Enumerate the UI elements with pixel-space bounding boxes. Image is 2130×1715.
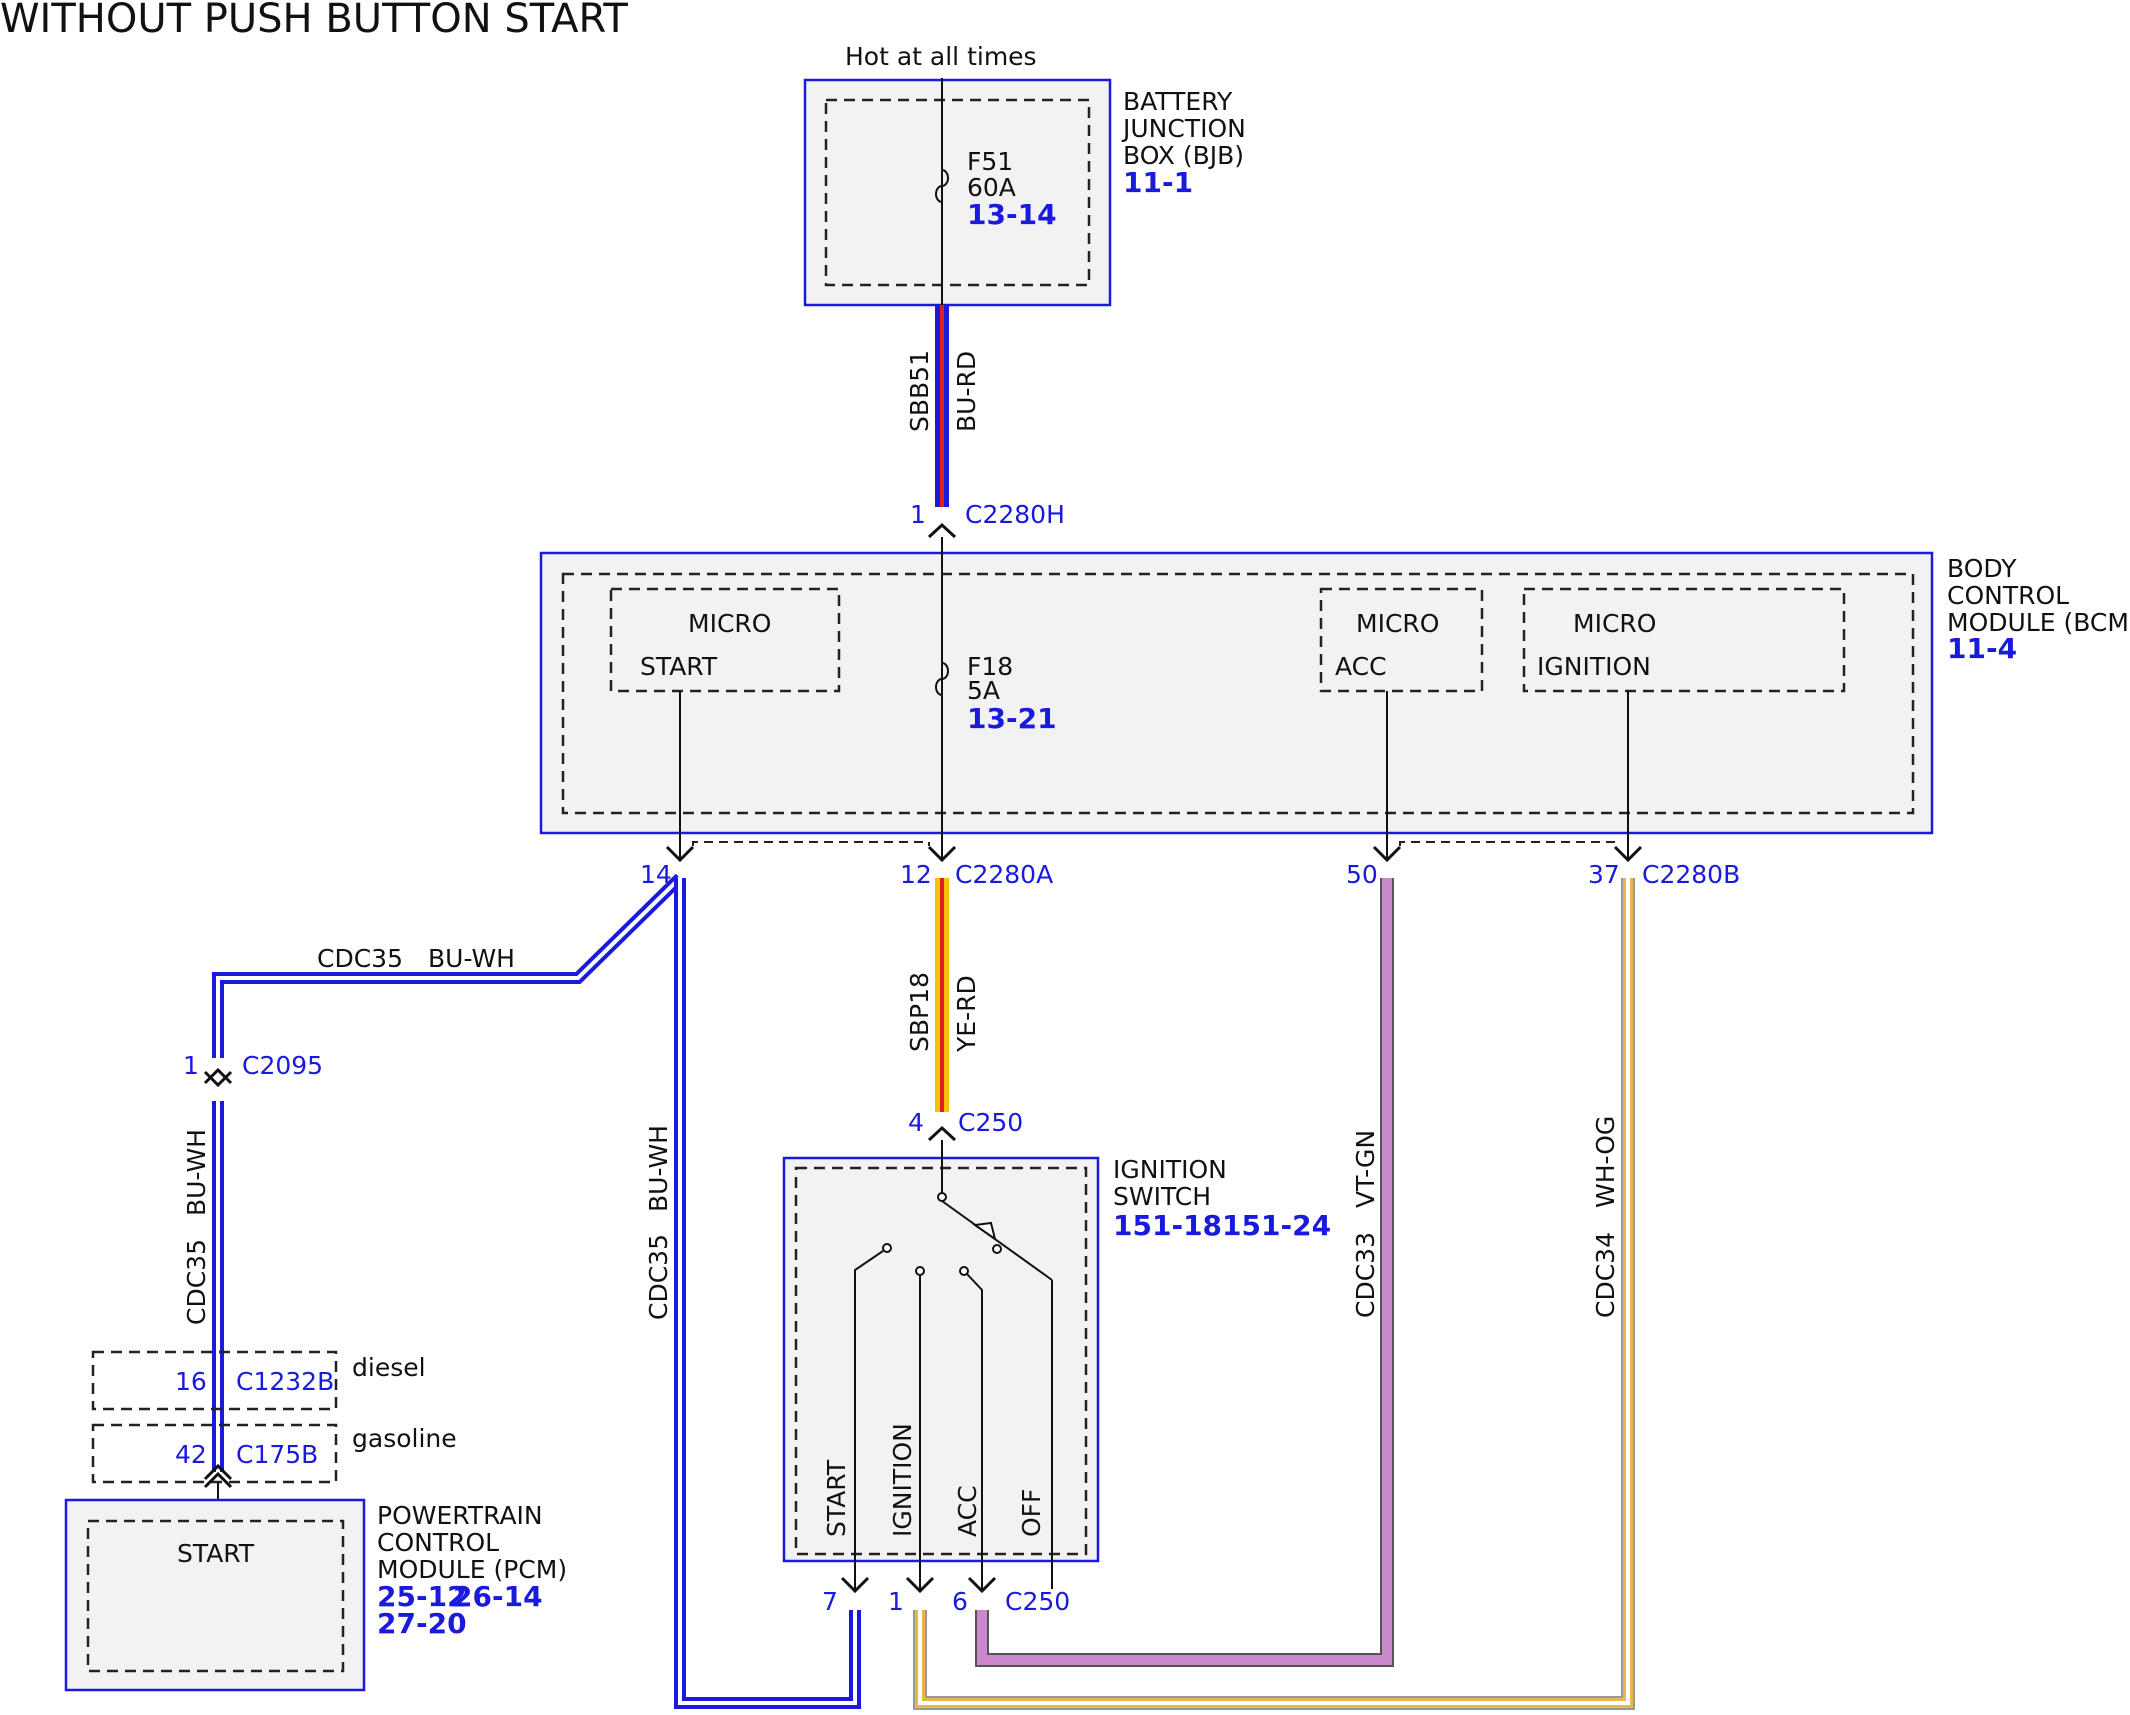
body-control-module xyxy=(539,551,1934,835)
switch-contact-acc xyxy=(959,1266,969,1276)
wire-sbp18-color: YE-RD xyxy=(952,975,981,1053)
battery-junction-box xyxy=(803,78,1112,307)
c2095-connector[interactable]: C2095 xyxy=(242,1051,323,1080)
c250-out-connector[interactable]: C250 xyxy=(1005,1587,1070,1616)
pcm-name-line-1: POWERTRAIN xyxy=(377,1501,543,1530)
c250-in-pin: 4 xyxy=(908,1108,924,1137)
c175b-connector[interactable]: C175B xyxy=(236,1440,318,1469)
bcm-ref[interactable]: 11-4 xyxy=(1947,632,2017,665)
bcm-name-line-1: BODY xyxy=(1947,554,2017,583)
c2280h-pin: 1 xyxy=(910,500,926,529)
bcm-pin-acc: 50 xyxy=(1346,860,1378,889)
c250-out-pin-start: 7 xyxy=(822,1587,838,1616)
c175b-pin: 42 xyxy=(175,1440,207,1469)
switch-contact-start xyxy=(882,1243,892,1253)
wire-cdc35-color-mid: BU-WH xyxy=(644,1125,673,1212)
switch-contact-ignition xyxy=(915,1266,925,1276)
micro-start-title: MICRO xyxy=(688,609,771,638)
micro-start-label: START xyxy=(640,652,718,681)
fuse-f18-rating: 5A xyxy=(967,676,1000,705)
c175b-variant: gasoline xyxy=(352,1424,457,1453)
wire-cdc33-circuit: CDC33 xyxy=(1351,1232,1380,1318)
hot-at-all-times-label: Hot at all times xyxy=(845,42,1037,71)
pcm-ref-3[interactable]: 27-20 xyxy=(377,1607,467,1640)
c2095-pin: 1 xyxy=(183,1051,199,1080)
bjb-name-line-1: BATTERY xyxy=(1123,87,1233,116)
c250-out-pin-ignition: 1 xyxy=(888,1587,904,1616)
micro-acc-label: ACC xyxy=(1335,652,1387,681)
micro-ignition-title: MICRO xyxy=(1573,609,1656,638)
bcm-name-line-2: CONTROL xyxy=(1947,581,2069,610)
micro-acc-title: MICRO xyxy=(1356,609,1439,638)
connector-c2280h-symbol xyxy=(927,522,957,539)
c1232b-connector[interactable]: C1232B xyxy=(236,1367,334,1396)
ignition-switch-name-line-1: IGNITION xyxy=(1113,1155,1227,1184)
bcm-pin-fuse: 12 xyxy=(900,860,932,889)
wire-cdc34-circuit: CDC34 xyxy=(1591,1232,1620,1318)
c2280a-connector[interactable]: C2280A xyxy=(955,860,1053,889)
ignition-switch-ref[interactable]: 151-18151-24 xyxy=(1113,1209,1331,1242)
diagram-title: WITHOUT PUSH BUTTON START xyxy=(0,0,628,42)
wire-cdc35-circuit-left: CDC35 xyxy=(182,1239,211,1325)
c2280h-connector[interactable]: C2280H xyxy=(965,500,1065,529)
switch-position-start: START xyxy=(822,1459,851,1537)
bjb-ref[interactable]: 11-1 xyxy=(1123,166,1193,199)
wire-cdc35-color-left: BU-WH xyxy=(182,1129,211,1216)
bcm-output-connectors xyxy=(665,845,1643,863)
fuse-f51-id: F51 xyxy=(967,147,1013,176)
fuse-f18-ref[interactable]: 13-21 xyxy=(967,702,1057,735)
c250-out-pin-acc: 6 xyxy=(952,1587,968,1616)
connector-c250-in-symbol xyxy=(927,1125,957,1142)
pcm-internal-start: START xyxy=(177,1539,255,1568)
bcm-pin-ign: 37 xyxy=(1588,860,1620,889)
wire-sbp18 xyxy=(935,878,949,1112)
switch-position-off: OFF xyxy=(1017,1489,1046,1537)
wire-sbp18-circuit: SBP18 xyxy=(905,972,934,1052)
connector-c2095-symbol xyxy=(203,1067,233,1088)
connector-c250-out-symbols xyxy=(840,1576,997,1594)
fuse-f51-ref[interactable]: 13-14 xyxy=(967,198,1057,231)
wire-sbb51-color: BU-RD xyxy=(952,351,981,432)
switch-contact-off xyxy=(992,1244,1002,1254)
micro-ignition-label: IGNITION xyxy=(1537,652,1651,681)
wire-cdc35-circuit-top: CDC35 xyxy=(317,944,403,973)
c1232b-pin: 16 xyxy=(175,1367,207,1396)
connector-c2280b-link xyxy=(1399,841,1616,846)
c2280b-connector[interactable]: C2280B xyxy=(1642,860,1740,889)
c1232b-variant: diesel xyxy=(352,1353,426,1382)
wire-sbb51-circuit: SBB51 xyxy=(905,350,934,432)
switch-common-pivot xyxy=(937,1192,947,1202)
switch-position-acc: ACC xyxy=(953,1485,982,1537)
wire-cdc35-circuit-mid: CDC35 xyxy=(644,1234,673,1320)
switch-position-ignition: IGNITION xyxy=(888,1423,917,1537)
ignition-switch-name-line-2: SWITCH xyxy=(1113,1182,1211,1211)
wire-sbb51 xyxy=(935,305,949,507)
wire-cdc34-color: WH-OG xyxy=(1591,1116,1620,1208)
wire-cdc33-color: VT-GN xyxy=(1351,1130,1380,1208)
wiring-diagram: WITHOUT PUSH BUTTON START Hot at all tim… xyxy=(0,0,2130,1710)
connector-c2280a-link xyxy=(692,841,930,846)
wire-cdc35-color-top: BU-WH xyxy=(428,944,515,973)
powertrain-control-module xyxy=(64,1498,366,1692)
pcm-name-line-2: CONTROL xyxy=(377,1528,499,1557)
c250-in-connector[interactable]: C250 xyxy=(958,1108,1023,1137)
bjb-name-line-2: JUNCTION xyxy=(1121,114,1246,143)
